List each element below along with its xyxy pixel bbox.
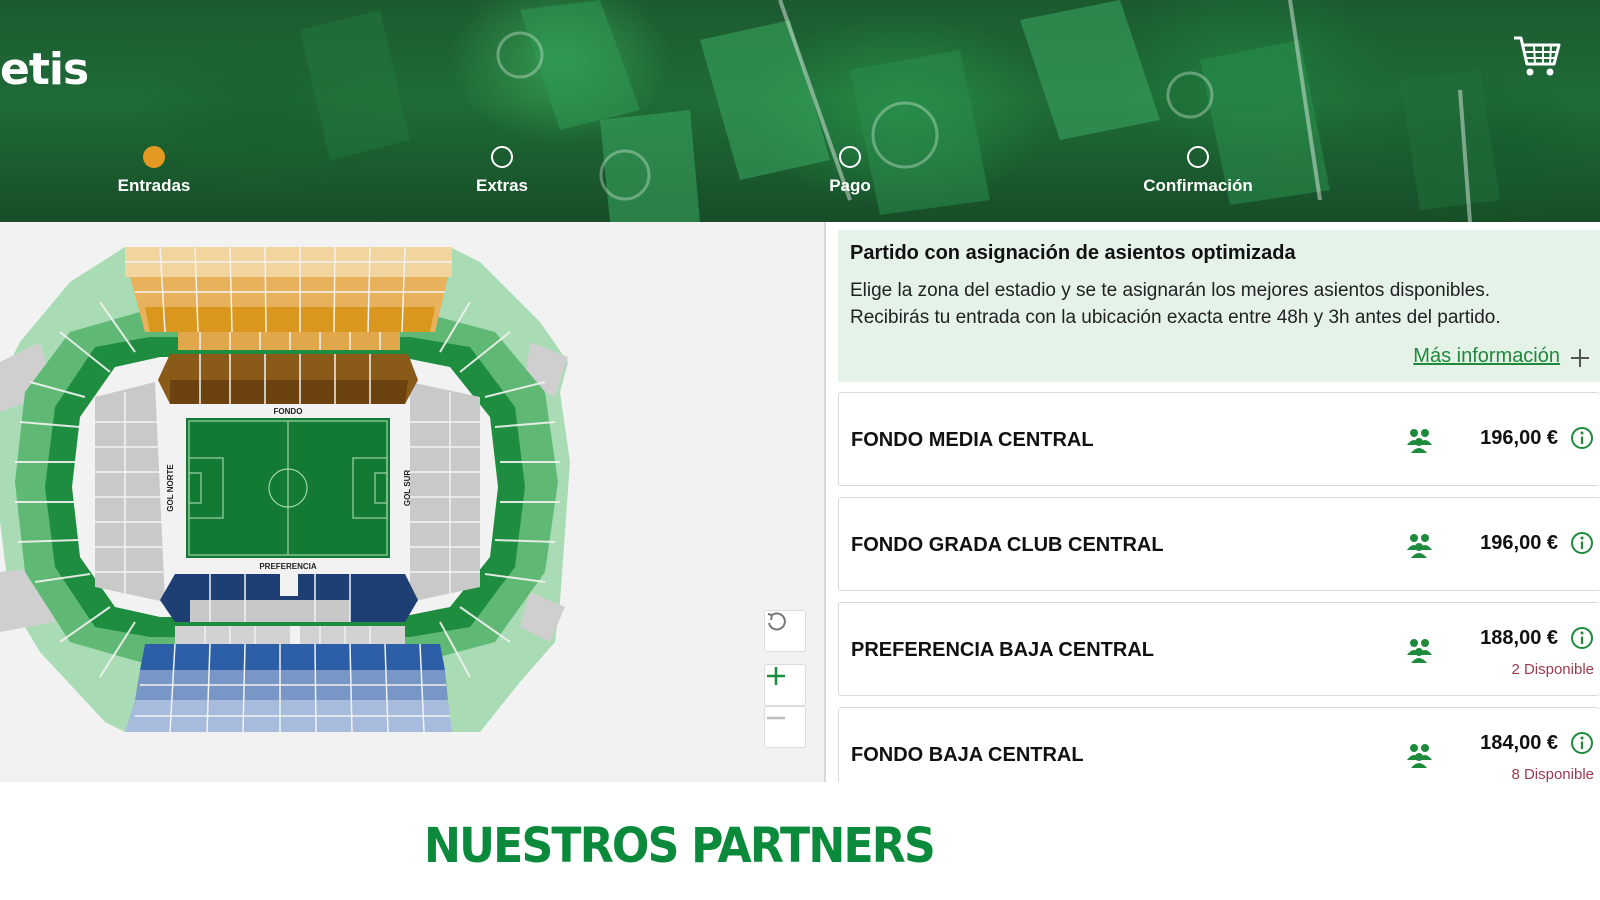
group-icon — [1407, 429, 1432, 453]
gol-norte-stand[interactable] — [95, 382, 165, 602]
info-line-2: Recibirás tu entrada con la ubicación ex… — [850, 307, 1501, 328]
step-label: Pago — [829, 176, 871, 195]
stadium-map[interactable]: FONDO PREFERENCIA GOL NORTE GOL SUR — [0, 222, 826, 782]
step-pago[interactable]: Pago — [770, 146, 930, 196]
fondo-baja-central-section[interactable] — [170, 380, 408, 404]
ticket-selection-panel: Partido con asignación de asientos optim… — [828, 222, 1600, 782]
ticket-price: 196,00 € — [1480, 532, 1558, 554]
step-indicator — [839, 146, 861, 168]
step-indicator — [1187, 146, 1209, 168]
preferencia-baja-central-section[interactable] — [190, 600, 350, 622]
stadium-map-panel: FONDO PREFERENCIA GOL NORTE GOL SUR — [0, 222, 826, 782]
club-logo-text[interactable]: etis — [0, 44, 89, 95]
gol-sur-stand[interactable] — [410, 382, 480, 602]
fondo-media-central-section[interactable] — [145, 307, 435, 332]
group-icon — [1407, 639, 1432, 663]
partners-heading: NUESTROS PARTNERS — [424, 818, 936, 874]
step-label: Entradas — [117, 176, 191, 195]
step-extras[interactable]: Extras — [422, 146, 582, 196]
step-label: Confirmación — [1143, 176, 1253, 195]
header-banner: etis Entradas Extras Pago Confirmación — [0, 0, 1600, 222]
info-line-1: Elige la zona del estadio y se te asigna… — [850, 280, 1491, 301]
fondo-grada-club-section[interactable] — [178, 332, 400, 350]
ticket-zone-name: FONDO MEDIA CENTRAL — [851, 429, 1094, 451]
ticket-price: 196,00 € — [1480, 427, 1558, 449]
ticket-option[interactable]: FONDO MEDIA CENTRAL 196,00 € — [838, 392, 1600, 486]
info-icon[interactable] — [1570, 426, 1594, 450]
more-info-link[interactable]: Más información — [1413, 345, 1560, 368]
ticket-zone-name: PREFERENCIA BAJA CENTRAL — [851, 639, 1154, 661]
preferencia-media-section[interactable] — [140, 644, 445, 670]
group-icon — [1407, 744, 1432, 768]
info-title: Partido con asignación de asientos optim… — [850, 242, 1296, 264]
ticket-option[interactable]: FONDO GRADA CLUB CENTRAL 196,00 € — [838, 497, 1600, 591]
zoom-out-button[interactable] — [764, 706, 806, 748]
preferencia-label: PREFERENCIA — [259, 562, 317, 571]
reset-icon — [767, 612, 786, 631]
expand-plus-icon[interactable] — [1570, 348, 1590, 368]
checkout-steps: Entradas Extras Pago Confirmación — [0, 146, 1600, 206]
gol-norte-label: GOL NORTE — [166, 464, 175, 512]
ticket-zone-name: FONDO GRADA CLUB CENTRAL — [851, 534, 1164, 556]
step-label: Extras — [476, 176, 528, 195]
fondo-label: FONDO — [274, 407, 303, 416]
info-icon[interactable] — [1570, 731, 1594, 755]
ticket-price: 184,00 € — [1480, 732, 1558, 754]
ticket-price: 188,00 € — [1480, 627, 1558, 649]
availability-count: 2 Disponible — [1511, 661, 1594, 678]
step-confirmacion[interactable]: Confirmación — [1118, 146, 1278, 196]
ticket-option[interactable]: FONDO BAJA CENTRAL 184,00 € 8 Disponible — [838, 707, 1600, 782]
reset-map-button[interactable] — [764, 610, 806, 652]
availability-count: 8 Disponible — [1511, 766, 1594, 782]
zoom-in-button[interactable] — [764, 664, 806, 706]
seat-assignment-info-box: Partido con asignación de asientos optim… — [838, 230, 1600, 382]
step-entradas[interactable]: Entradas — [74, 146, 234, 196]
shopping-cart-icon[interactable] — [1512, 34, 1562, 78]
step-indicator — [491, 146, 513, 168]
ticket-zone-name: FONDO BAJA CENTRAL — [851, 744, 1084, 766]
group-icon — [1407, 534, 1432, 558]
step-indicator-active — [143, 146, 165, 168]
info-icon[interactable] — [1570, 531, 1594, 555]
gol-sur-label: GOL SUR — [403, 470, 412, 507]
minus-icon — [767, 716, 785, 720]
ticket-option[interactable]: PREFERENCIA BAJA CENTRAL 188,00 € 2 Disp… — [838, 602, 1600, 696]
plus-icon — [767, 667, 785, 685]
info-icon[interactable] — [1570, 626, 1594, 650]
